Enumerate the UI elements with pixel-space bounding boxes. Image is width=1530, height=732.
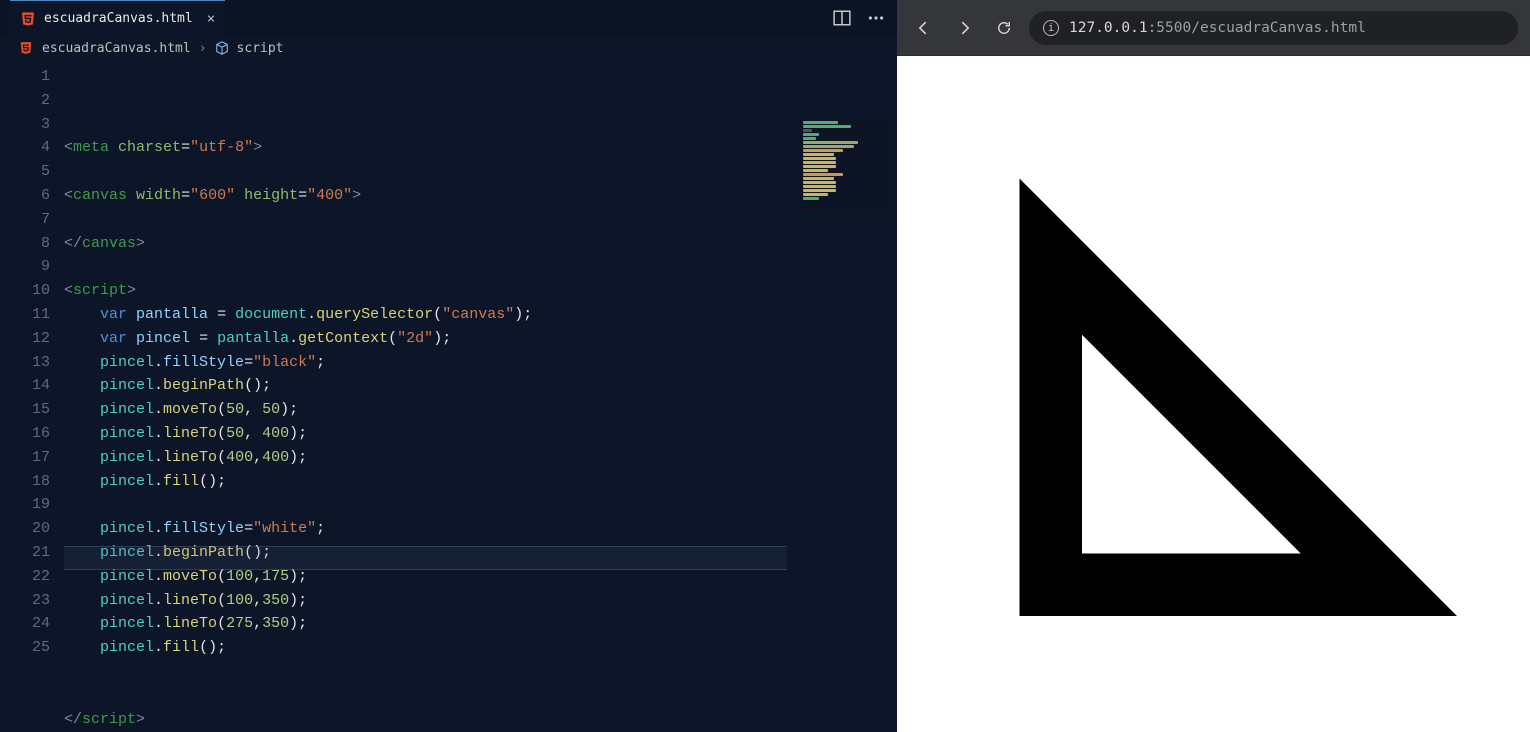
html-file-icon (20, 11, 36, 27)
symbol-icon (215, 41, 229, 55)
tab-title: escuadraCanvas.html (44, 11, 193, 26)
rendered-page (897, 56, 1530, 732)
url-port: :5500 (1148, 20, 1192, 36)
browser-toolbar: i 127.0.0.1:5500/escuadraCanvas.html (897, 0, 1530, 56)
address-bar[interactable]: i 127.0.0.1:5500/escuadraCanvas.html (1029, 11, 1518, 45)
reload-button[interactable] (989, 13, 1019, 43)
forward-button[interactable] (949, 13, 979, 43)
html-file-icon (18, 40, 34, 56)
breadcrumb-file: escuadraCanvas.html (42, 41, 191, 56)
code-editor[interactable]: 1234567891011121314151617181920212223242… (0, 60, 897, 732)
minimap[interactable] (799, 120, 887, 210)
back-button[interactable] (909, 13, 939, 43)
browser-pane: i 127.0.0.1:5500/escuadraCanvas.html (897, 0, 1530, 732)
line-number-gutter: 1234567891011121314151617181920212223242… (0, 65, 64, 732)
url-text: 127.0.0.1:5500/escuadraCanvas.html (1069, 20, 1366, 36)
tab-bar: escuadraCanvas.html × (0, 0, 897, 36)
canvas-output (957, 116, 1457, 616)
url-host: 127.0.0.1 (1069, 20, 1148, 36)
code-content[interactable]: <meta charset="utf-8"><canvas width="600… (64, 65, 897, 732)
editor-tab-active[interactable]: escuadraCanvas.html × (10, 0, 225, 36)
breadcrumb[interactable]: escuadraCanvas.html › script (0, 36, 897, 60)
breadcrumb-symbol: script (237, 41, 284, 56)
site-info-icon[interactable]: i (1043, 20, 1059, 36)
chevron-right-icon: › (199, 41, 207, 56)
more-actions-icon[interactable] (867, 9, 885, 27)
split-editor-icon[interactable] (833, 9, 851, 27)
editor-pane: escuadraCanvas.html × escuadraCanvas.htm… (0, 0, 897, 732)
close-icon[interactable]: × (207, 11, 215, 27)
url-path: /escuadraCanvas.html (1191, 20, 1366, 36)
